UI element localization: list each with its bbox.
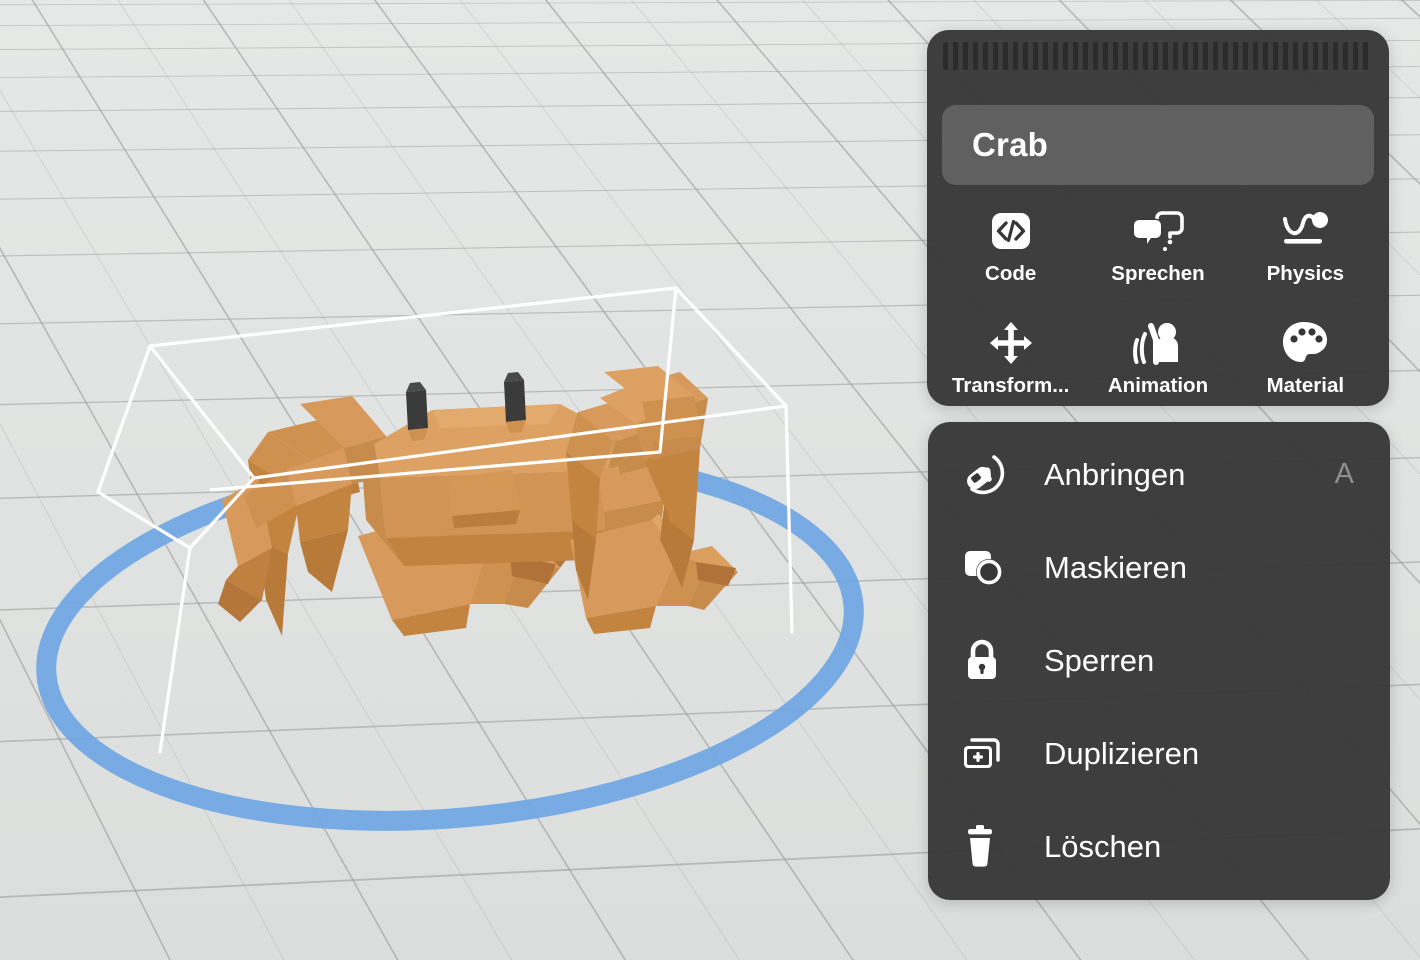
code-brackets-icon <box>989 204 1033 258</box>
duplicate-plus-icon <box>960 732 1018 776</box>
grip-bar <box>1203 42 1208 70</box>
object-name-value: Crab <box>972 126 1048 163</box>
move-arrows-icon <box>987 316 1035 370</box>
tool-button-physics[interactable]: Physics <box>1232 198 1379 310</box>
grip-bar <box>983 42 988 70</box>
grip-bar <box>1103 42 1108 70</box>
grip-bar <box>1153 42 1158 70</box>
tool-label-animation: Animation <box>1107 374 1209 397</box>
waving-person-icon <box>1132 316 1184 370</box>
menu-label-loeschen: Löschen <box>1044 829 1162 865</box>
grip-bar <box>1353 42 1358 70</box>
grip-bar <box>1073 42 1078 70</box>
grip-bar <box>1083 42 1088 70</box>
menu-item-loeschen[interactable]: Löschen <box>928 801 1390 894</box>
tool-grid: Code Sprechen Physics Transform... Anima… <box>937 198 1379 422</box>
grip-bar <box>1123 42 1128 70</box>
paint-palette-icon <box>1281 316 1329 370</box>
menu-item-anbringen[interactable]: Anbringen A <box>928 428 1390 521</box>
grip-bar <box>1043 42 1048 70</box>
grip-bar <box>1363 42 1368 70</box>
menu-item-sperren[interactable]: Sperren <box>928 614 1390 707</box>
menu-label-duplizieren: Duplizieren <box>1044 736 1200 772</box>
menu-item-maskieren[interactable]: Maskieren <box>928 521 1390 614</box>
grip-bar <box>1163 42 1168 70</box>
grip-bar <box>1243 42 1248 70</box>
grip-bar <box>1193 42 1198 70</box>
grip-bar <box>963 42 968 70</box>
tool-button-material[interactable]: Material <box>1232 310 1379 422</box>
grip-bar <box>1183 42 1188 70</box>
attach-magnet-icon <box>960 451 1018 499</box>
app-root: Crab Code Sprechen Physics Transform... … <box>0 0 1420 960</box>
grip-bar <box>1313 42 1318 70</box>
grip-bar <box>1323 42 1328 70</box>
mask-shapes-icon <box>960 546 1018 590</box>
grip-bar <box>1093 42 1098 70</box>
grip-bar <box>943 42 948 70</box>
menu-label-maskieren: Maskieren <box>1044 549 1187 585</box>
grip-bar <box>1173 42 1178 70</box>
tool-button-sprechen[interactable]: Sprechen <box>1084 198 1231 310</box>
grip-bar <box>1333 42 1338 70</box>
grip-bar <box>1113 42 1118 70</box>
grip-bar <box>1303 42 1308 70</box>
grip-bar <box>953 42 958 70</box>
grip-bar <box>1213 42 1218 70</box>
lock-icon <box>960 638 1018 684</box>
grip-bar <box>1223 42 1228 70</box>
grip-bar <box>1293 42 1298 70</box>
grip-bar <box>993 42 998 70</box>
panel-drag-handle[interactable] <box>943 42 1373 70</box>
menu-shortcut-anbringen: A <box>1334 458 1354 491</box>
grip-bar <box>1263 42 1268 70</box>
menu-label-anbringen: Anbringen <box>1044 456 1186 492</box>
tool-button-transform[interactable]: Transform... <box>937 310 1084 422</box>
tool-label-transform: Transform... <box>951 374 1070 397</box>
object-name-field[interactable]: Crab <box>942 105 1374 185</box>
tool-button-animation[interactable]: Animation <box>1084 310 1231 422</box>
grip-bar <box>1253 42 1258 70</box>
trash-can-icon <box>960 823 1018 871</box>
tool-button-code[interactable]: Code <box>937 198 1084 310</box>
grip-bar <box>1013 42 1018 70</box>
object-inspector-panel[interactable]: Crab Code Sprechen Physics Transform... … <box>927 30 1389 406</box>
menu-item-duplizieren[interactable]: Duplizieren <box>928 708 1390 801</box>
grip-bar <box>1033 42 1038 70</box>
tool-label-sprechen: Sprechen <box>1111 262 1205 285</box>
tool-label-code: Code <box>985 262 1037 285</box>
bouncing-ball-icon <box>1279 204 1331 258</box>
grip-bar <box>1003 42 1008 70</box>
grip-bar <box>1023 42 1028 70</box>
grip-bar <box>1063 42 1068 70</box>
grip-bar <box>1053 42 1058 70</box>
grip-bar <box>973 42 978 70</box>
grip-bar <box>1233 42 1238 70</box>
grip-bar <box>1143 42 1148 70</box>
grip-bar <box>1283 42 1288 70</box>
grip-bar <box>1133 42 1138 70</box>
grip-bar <box>1343 42 1348 70</box>
tool-label-physics: Physics <box>1266 262 1345 285</box>
speech-bubbles-icon <box>1132 204 1184 258</box>
context-menu-panel[interactable]: Anbringen A Maskieren Sperren Dupliziere… <box>928 422 1390 900</box>
tool-label-material: Material <box>1266 374 1345 397</box>
grip-bar <box>1273 42 1278 70</box>
menu-label-sperren: Sperren <box>1044 643 1155 678</box>
